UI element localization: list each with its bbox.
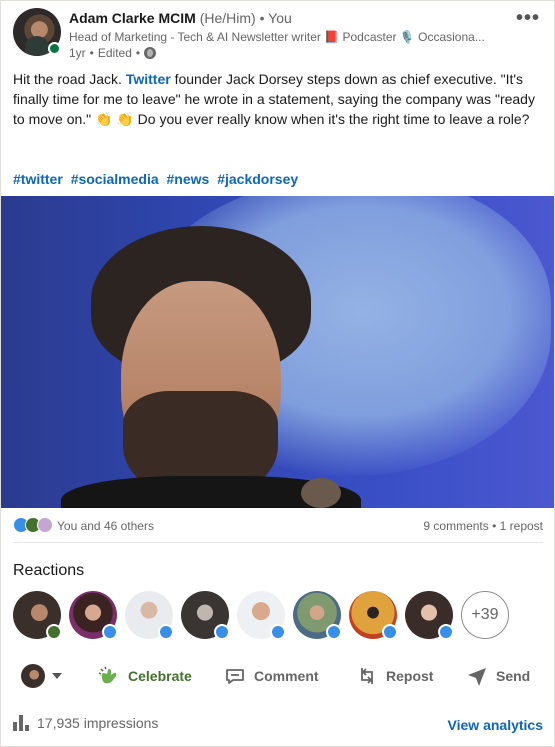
- author-headline: Head of Marketing - Tech & AI Newsletter…: [69, 30, 485, 44]
- reactor-avatar[interactable]: [69, 591, 118, 640]
- comments-reposts-count: 9 comments • 1 repost: [423, 519, 543, 533]
- connection-degree: You: [268, 10, 292, 26]
- like-badge-icon: [158, 624, 174, 640]
- bullet-separator: •: [259, 10, 265, 26]
- celebrate-label: Celebrate: [128, 668, 192, 684]
- social-counts-row: You and 46 others 9 comments • 1 repost: [13, 516, 543, 536]
- post-card: Adam Clarke MCIM (He/Him) • You Head of …: [0, 0, 555, 747]
- celebrate-icon: [98, 666, 117, 684]
- globe-icon: [144, 47, 157, 59]
- like-badge-icon: [382, 624, 398, 640]
- microphone-shape: [301, 478, 341, 508]
- action-bar: Celebrate Comment Repost Send: [1, 656, 554, 696]
- comment-button[interactable]: Comment: [223, 664, 319, 688]
- analytics-footer: 17,935 impressions View analytics: [13, 713, 543, 737]
- celebrate-badge-icon: [46, 624, 62, 640]
- online-status-indicator: [48, 42, 61, 55]
- author-name-line: Adam Clarke MCIM (He/Him) • You: [69, 10, 292, 26]
- reactor-avatar[interactable]: [13, 591, 62, 640]
- comment-icon: [226, 669, 244, 684]
- hashtag-link[interactable]: #news: [167, 171, 210, 187]
- edited-label: Edited: [97, 46, 132, 60]
- meta-bullet: •: [89, 46, 94, 60]
- reaction-icons[interactable]: [13, 517, 55, 533]
- post-meta: 1yr • Edited •: [69, 46, 157, 60]
- reactor-avatar[interactable]: [293, 591, 342, 640]
- caret-down-icon: [52, 673, 62, 679]
- reactor-avatar[interactable]: [181, 591, 230, 640]
- author-pronouns: (He/Him): [199, 10, 256, 26]
- bar-chart-icon: [13, 715, 29, 731]
- view-analytics-link[interactable]: View analytics: [448, 717, 543, 733]
- reactor-avatar[interactable]: [237, 591, 286, 640]
- celebrate-button[interactable]: Celebrate: [97, 664, 192, 688]
- like-badge-icon: [438, 624, 454, 640]
- comments-count[interactable]: 9 comments: [423, 519, 488, 533]
- count-separator: •: [492, 519, 497, 533]
- like-badge-icon: [270, 624, 286, 640]
- post-header: Adam Clarke MCIM (He/Him) • You Head of …: [1, 1, 554, 67]
- reactor-avatars: +39: [13, 591, 553, 641]
- reactions-heading: Reactions: [13, 562, 85, 579]
- reactor-avatar[interactable]: [349, 591, 398, 640]
- reactions-count[interactable]: You and 46 others: [57, 519, 154, 533]
- reactor-avatar[interactable]: [125, 591, 174, 640]
- hashtag-list: #twitter #socialmedia #news #jackdorsey: [13, 171, 302, 187]
- author-name[interactable]: Adam Clarke MCIM: [69, 10, 196, 26]
- hashtag-link[interactable]: #socialmedia: [71, 171, 159, 187]
- post-age: 1yr: [69, 46, 86, 60]
- meta-bullet: •: [135, 46, 141, 60]
- impressions-count: 17,935 impressions: [37, 715, 159, 731]
- like-badge-icon: [102, 624, 118, 640]
- hashtag-link[interactable]: #jackdorsey: [217, 171, 298, 187]
- impressions: 17,935 impressions: [13, 715, 158, 731]
- send-label: Send: [496, 668, 531, 684]
- post-text-start: Hit the road Jack.: [13, 71, 126, 87]
- comment-label: Comment: [254, 668, 319, 684]
- identity-avatar: [21, 664, 45, 688]
- repost-button[interactable]: Repost: [355, 664, 433, 688]
- portrait-photo: [61, 226, 361, 508]
- reactor-avatar[interactable]: [405, 591, 454, 640]
- reaction-identity-selector[interactable]: [21, 664, 62, 688]
- hashtag-link[interactable]: #twitter: [13, 171, 63, 187]
- support-reaction-icon: [37, 517, 53, 533]
- more-options-icon[interactable]: •••: [516, 7, 540, 30]
- like-badge-icon: [214, 624, 230, 640]
- twitter-mention-link[interactable]: Twitter: [126, 71, 171, 87]
- send-button[interactable]: Send: [465, 664, 530, 688]
- like-badge-icon: [326, 624, 342, 640]
- post-text: Hit the road Jack. Twitter founder Jack …: [13, 69, 543, 129]
- send-icon: [468, 668, 486, 686]
- more-reactors-button[interactable]: +39: [461, 591, 509, 639]
- reposts-count[interactable]: 1 repost: [500, 519, 543, 533]
- repost-label: Repost: [386, 668, 434, 684]
- post-image[interactable]: [1, 196, 554, 508]
- repost-icon: [361, 668, 373, 684]
- divider: [13, 542, 543, 543]
